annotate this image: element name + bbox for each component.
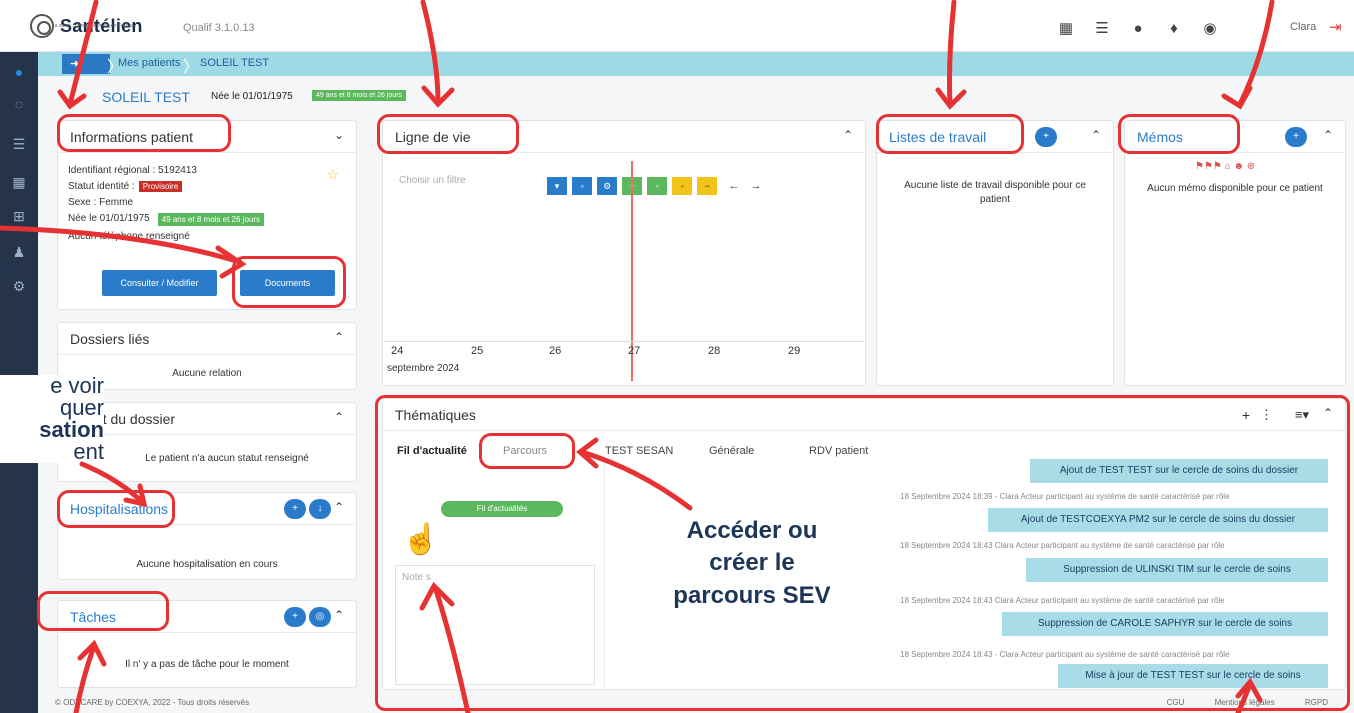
arrow bbox=[947, 0, 957, 107]
arrow bbox=[79, 461, 145, 505]
arrow-head bbox=[215, 245, 247, 279]
arrow bbox=[67, 0, 99, 107]
arrow bbox=[579, 449, 693, 511]
arrow-head bbox=[1221, 85, 1253, 110]
annotation-arrows bbox=[0, 0, 1275, 713]
app-frame: { "app":{"logo_text":"Santélien","logo_s… bbox=[0, 0, 1354, 713]
arrow bbox=[1237, 0, 1275, 107]
arrow bbox=[433, 587, 471, 713]
arrow bbox=[0, 225, 243, 265]
